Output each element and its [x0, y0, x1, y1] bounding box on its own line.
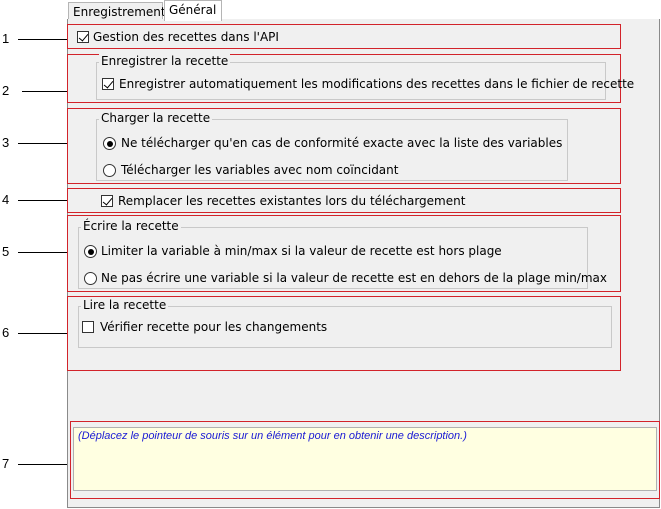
callout-number-4: 4	[2, 192, 10, 207]
replace-recipes-label: Remplacer les recettes existantes lors d…	[118, 194, 466, 208]
callout-line-1	[18, 39, 74, 40]
check-changes-label: Vérifier recette pour les changements	[100, 320, 328, 334]
write-recipe-group-title: Écrire la recette	[81, 219, 181, 233]
api-recipes-checkbox[interactable]	[77, 31, 89, 43]
callout-number-7: 7	[2, 456, 10, 471]
skip-out-of-range-radio[interactable]	[84, 272, 97, 285]
check-changes-checkbox[interactable]	[82, 321, 94, 333]
callout-number-5: 5	[2, 244, 10, 259]
skip-out-of-range-label: Ne pas écrire une variable si la valeur …	[101, 271, 607, 285]
auto-save-checkbox[interactable]	[102, 78, 114, 90]
replace-recipes-checkbox[interactable]	[101, 195, 113, 207]
callout-number-1: 1	[2, 31, 10, 46]
limit-min-max-label: Limiter la variable à min/max si la vale…	[101, 244, 502, 258]
limit-min-max-radio[interactable]	[84, 245, 97, 258]
load-matching-names-label: Télécharger les variables avec nom coïnc…	[121, 163, 399, 177]
api-recipes-label: Gestion des recettes dans l'API	[93, 30, 279, 44]
auto-save-label: Enregistrer automatiquement les modifica…	[119, 77, 635, 91]
callout-line-7	[18, 464, 70, 465]
callout-number-6: 6	[2, 325, 10, 340]
read-recipe-group-title: Lire la recette	[81, 298, 169, 312]
load-recipe-group-title: Charger la recette	[99, 111, 213, 125]
callout-number-3: 3	[2, 135, 10, 150]
load-matching-names-radio[interactable]	[103, 164, 116, 177]
tab-enregistrement[interactable]: Enregistrement	[68, 2, 166, 20]
load-exact-match-label: Ne télécharger qu'en cas de conformité e…	[121, 136, 563, 150]
description-box: (Déplacez le pointeur de souris sur un é…	[73, 427, 657, 491]
load-exact-match-radio[interactable]	[103, 137, 116, 150]
save-recipe-group-title: Enregistrer la recette	[99, 54, 231, 68]
tab-general[interactable]: Général	[164, 0, 222, 21]
callout-number-2: 2	[2, 83, 10, 98]
description-text: (Déplacez le pointeur de souris sur un é…	[78, 430, 467, 442]
